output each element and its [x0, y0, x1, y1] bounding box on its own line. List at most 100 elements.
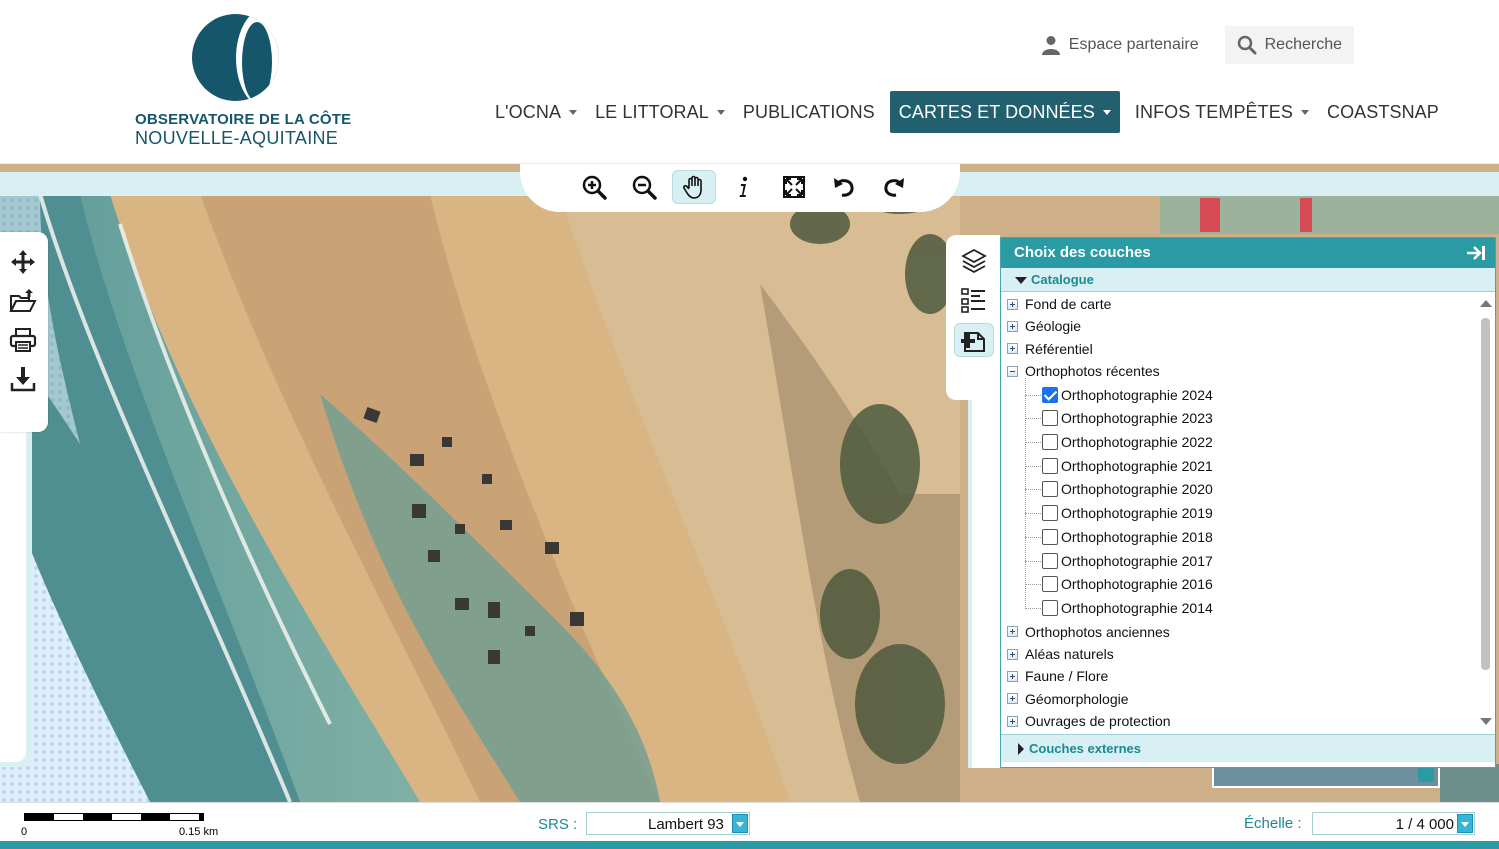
move-button[interactable] — [8, 247, 38, 277]
layer-item[interactable]: Orthophotographie 2018 — [1042, 526, 1213, 548]
scale-label: Échelle : — [1244, 815, 1302, 832]
expand-icon[interactable] — [1007, 626, 1018, 638]
scale-bar-end: 0.15 km — [179, 826, 219, 838]
download-icon — [10, 367, 36, 392]
layer-item[interactable]: Orthophotographie 2024 — [1042, 384, 1213, 406]
layer-checkbox[interactable] — [1042, 410, 1058, 427]
layer-group[interactable]: Géologie — [1007, 315, 1081, 337]
layer-group-label: Référentiel — [1025, 340, 1093, 357]
add-layer-tab[interactable] — [954, 323, 994, 357]
layer-tree: Fond de carte Géologie Référentiel Orthopho… — [1001, 293, 1477, 733]
expand-icon[interactable] — [1007, 648, 1018, 660]
layer-checkbox[interactable] — [1042, 481, 1058, 498]
layer-checkbox[interactable] — [1042, 599, 1058, 616]
expand-icon[interactable] — [1007, 320, 1018, 332]
info-button[interactable] — [722, 170, 766, 204]
layer-group-label: Faune / Flore — [1025, 668, 1109, 685]
expand-overview-icon[interactable] — [1418, 768, 1434, 782]
search-label: Recherche — [1264, 36, 1342, 53]
layer-item[interactable]: Orthophotographie 2016 — [1042, 573, 1213, 595]
layer-label: Orthophotographie 2018 — [1061, 528, 1213, 545]
layer-item[interactable]: Orthophotographie 2020 — [1042, 478, 1213, 500]
layer-label: Orthophotographie 2020 — [1061, 481, 1213, 498]
search-button[interactable]: Recherche — [1224, 26, 1354, 64]
nav-item-5[interactable]: COASTSNAP — [1318, 91, 1448, 133]
layer-checkbox[interactable] — [1042, 505, 1058, 522]
search-icon — [1237, 35, 1257, 55]
nav-item-2[interactable]: PUBLICATIONS — [734, 91, 884, 133]
nav-item-1[interactable]: LE LITTORAL — [586, 91, 734, 133]
layer-label: Orthophotographie 2019 — [1061, 505, 1213, 522]
layer-group[interactable]: Géomorphologie — [1007, 688, 1129, 710]
layer-group-label: Ouvrages de protection — [1025, 713, 1171, 730]
external-layers-toggle[interactable]: Couches externes — [1001, 734, 1495, 762]
caret-down-icon — [716, 109, 725, 115]
undo-button[interactable] — [822, 170, 866, 204]
layer-group[interactable]: Référentiel — [1007, 338, 1093, 360]
layer-checkbox[interactable] — [1042, 552, 1058, 569]
catalogue-section-toggle[interactable]: Catalogue — [1001, 268, 1495, 292]
layer-group[interactable]: Orthophotos anciennes — [1007, 621, 1170, 643]
layer-checkbox[interactable] — [1042, 576, 1058, 593]
logo-title-line1: OBSERVATOIRE DE LA CÔTE — [135, 111, 352, 128]
redo-button[interactable] — [872, 170, 916, 204]
layer-item[interactable]: Orthophotographie 2023 — [1042, 407, 1213, 429]
layer-item[interactable]: Orthophotographie 2017 — [1042, 550, 1213, 572]
legend-tab[interactable] — [954, 283, 994, 317]
srs-select[interactable]: Lambert 93 — [586, 812, 750, 835]
chevron-down-icon[interactable] — [1457, 814, 1473, 833]
scroll-down-icon[interactable] — [1480, 718, 1492, 725]
zoom-in-button[interactable] — [572, 170, 616, 204]
nav-item-0[interactable]: L'OCNA — [486, 91, 586, 133]
layer-item[interactable]: Orthophotographie 2021 — [1042, 455, 1213, 477]
expand-icon[interactable] — [1007, 693, 1018, 705]
scale-select[interactable]: 1 / 4 000 — [1312, 812, 1475, 835]
overview-map[interactable] — [1212, 768, 1440, 788]
layer-checkbox[interactable] — [1042, 528, 1058, 545]
layers-tab[interactable] — [954, 244, 994, 278]
layer-group[interactable]: Faune / Flore — [1007, 665, 1108, 687]
expand-icon[interactable] — [1007, 343, 1018, 355]
layer-checkbox[interactable] — [1042, 457, 1058, 474]
nav-item-label: L'OCNA — [495, 101, 562, 122]
open-file-button[interactable] — [8, 286, 38, 316]
layer-item[interactable]: Orthophotographie 2022 — [1042, 431, 1213, 453]
layer-item[interactable]: Orthophotographie 2014 — [1042, 597, 1213, 619]
expand-icon[interactable] — [1007, 298, 1018, 310]
layer-item[interactable]: Orthophotographie 2019 — [1042, 502, 1213, 524]
layer-label: Orthophotographie 2016 — [1061, 576, 1213, 593]
nav-item-4[interactable]: INFOS TEMPÊTES — [1126, 91, 1318, 133]
layer-label: Orthophotographie 2022 — [1061, 434, 1213, 450]
collapse-icon[interactable] — [1007, 365, 1018, 377]
nav-item-label: CARTES ET DONNÉES — [898, 101, 1095, 122]
nav-item-3[interactable]: CARTES ET DONNÉES — [889, 91, 1120, 133]
zoom-in-icon — [582, 175, 607, 200]
layer-checkbox[interactable] — [1042, 434, 1058, 450]
full-extent-button[interactable] — [772, 170, 816, 204]
layer-checkbox[interactable] — [1042, 386, 1058, 403]
user-icon — [1041, 36, 1060, 55]
nav-item-label: INFOS TEMPÊTES — [1134, 101, 1293, 122]
layer-group[interactable]: Orthophotos récentes — [1007, 360, 1160, 382]
layer-group[interactable]: Aléas naturels — [1007, 643, 1114, 665]
chevron-down-icon[interactable] — [732, 814, 748, 833]
list-icon — [961, 288, 985, 313]
zoom-out-button[interactable] — [622, 170, 666, 204]
expand-icon[interactable] — [1007, 670, 1018, 682]
scroll-thumb[interactable] — [1481, 318, 1490, 670]
scroll-up-icon[interactable] — [1480, 300, 1492, 307]
print-button[interactable] — [8, 325, 38, 355]
layer-group[interactable]: Fond de carte — [1007, 293, 1111, 315]
collapse-panel-icon[interactable] — [1465, 244, 1487, 262]
layer-label: Orthophotographie 2024 — [1061, 386, 1213, 403]
site-logo[interactable]: OBSERVATOIRE DE LA CÔTE NOUVELLE-AQUITAI… — [120, 10, 360, 155]
layer-tree-scrollbar[interactable] — [1477, 298, 1494, 728]
expand-icon[interactable] — [1007, 715, 1018, 727]
main-nav: L'OCNA LE LITTORAL PUBLICATIONS CARTES ET D… — [486, 91, 1448, 133]
partner-space-link[interactable]: Espace partenaire — [1029, 26, 1211, 64]
layer-label: Orthophotographie 2014 — [1061, 599, 1213, 616]
pan-button[interactable] — [672, 170, 716, 204]
map-status-bar: 0 0.15 km SRS : Lambert 93 Échelle : 1 /… — [0, 802, 1499, 849]
download-button[interactable] — [8, 364, 38, 394]
layer-group[interactable]: Ouvrages de protection — [1007, 710, 1171, 732]
